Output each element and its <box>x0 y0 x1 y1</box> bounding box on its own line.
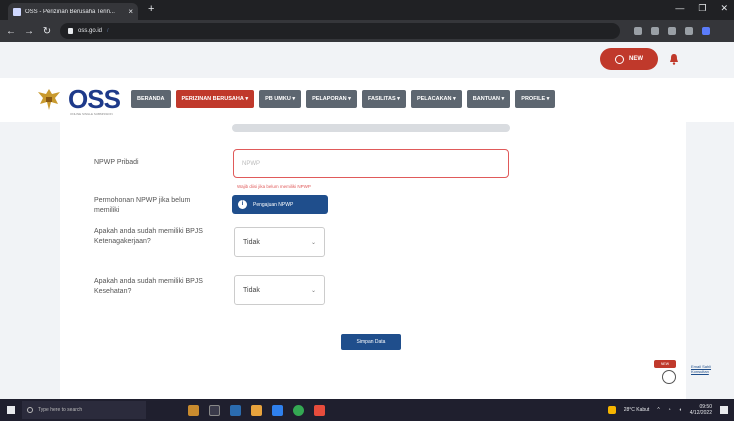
menu-item-beranda[interactable]: BERANDA <box>131 90 171 108</box>
taskbar-clock[interactable]: 09:50 4/12/2022 <box>690 404 712 416</box>
main-menu: BERANDA PERIZINAN BERUSAHA ▾ PB UMKU ▾ P… <box>131 90 556 108</box>
progress-bar <box>232 124 510 132</box>
npwp-error-text: Wajib diisi jika belum memiliki NPWP <box>237 184 311 189</box>
window-controls: — ❐ ✕ <box>675 3 728 14</box>
app-icon[interactable] <box>314 404 325 416</box>
new-feature-button[interactable]: NEW <box>600 48 658 70</box>
npwp-placeholder: NPWP <box>242 160 260 167</box>
bpjs-kes-label: Apakah anda sudah memiliki BPJS Kesehata… <box>94 278 203 295</box>
browser-tabbar: OSS - Perizinan Berusaha Terin... × + — … <box>0 0 734 20</box>
oss-logo[interactable]: OSS <box>36 84 121 114</box>
menu-item-perizinan-berusaha[interactable]: PERIZINAN BERUSAHA ▾ <box>175 90 255 108</box>
tab-title: OSS - Perizinan Berusaha Terin... <box>25 8 115 15</box>
logo-subtitle: ONLINE SINGLE SUBMISSION <box>70 112 113 116</box>
page: NEW OSS ONLINE SINGLE SUBMISSION BERANDA… <box>0 42 734 399</box>
network-icon[interactable]: ◔ <box>668 407 671 413</box>
taskbar-search[interactable]: Type here to search <box>22 401 146 419</box>
chrome-icon[interactable] <box>293 404 304 416</box>
tray-chevron-icon[interactable]: ^ <box>657 407 659 413</box>
bell-icon[interactable] <box>669 54 679 65</box>
save-data-button[interactable]: Simpan Data <box>341 334 401 350</box>
browser-toolbar: ← → ↻ oss.go.id / <box>0 20 734 42</box>
url-path-text: / <box>107 28 109 34</box>
npwp-request-button[interactable]: i Pengajuan NPWP <box>232 195 328 214</box>
menu-item-pb-umku[interactable]: PB UMKU ▾ <box>259 90 302 108</box>
extension-icons <box>634 27 710 35</box>
back-icon[interactable]: ← <box>6 26 16 37</box>
extension-icon[interactable] <box>634 27 642 35</box>
lock-icon <box>68 28 73 34</box>
notification-icon[interactable] <box>720 406 728 414</box>
taskbar-apps <box>188 404 325 416</box>
app-icon[interactable] <box>272 404 283 416</box>
npwp-request-button-label: Pengajuan NPWP <box>253 201 294 208</box>
npwp-input[interactable]: NPWP <box>233 149 509 178</box>
search-icon <box>27 407 33 413</box>
clock-date: 4/12/2022 <box>689 410 712 416</box>
file-explorer-icon[interactable] <box>251 404 262 416</box>
new-badge-label: NEW <box>629 56 643 62</box>
address-bar[interactable]: oss.go.id / <box>60 23 620 39</box>
reload-icon[interactable]: ↻ <box>42 26 52 37</box>
info-icon: i <box>238 200 247 209</box>
menu-item-profile[interactable]: PROFILE ▾ <box>515 90 556 108</box>
bpjs-kes-value: Tidak <box>243 286 260 294</box>
taskbar: Type here to search 28°C Kabut ^ ◔ ◖ 09:… <box>0 399 734 421</box>
windows-start-icon[interactable] <box>0 399 22 421</box>
info-icon <box>615 54 624 64</box>
bpjs-tk-value: Tidak <box>243 238 260 246</box>
form-card: NPWP Pribadi NPWP Wajib diisi jika belum… <box>60 122 686 399</box>
logo-text: OSS <box>68 84 121 114</box>
bpjs-kes-select[interactable]: Tidak ⌄ <box>234 275 325 305</box>
weather-text[interactable]: 28°C Kabut <box>624 407 650 413</box>
extension-icon[interactable] <box>668 27 676 35</box>
garuda-emblem-icon <box>38 89 60 110</box>
favicon-icon <box>13 7 21 16</box>
close-tab-icon[interactable]: × <box>128 7 133 16</box>
app-icon[interactable] <box>188 404 199 416</box>
extension-icon[interactable] <box>685 27 693 35</box>
main-navbar: OSS ONLINE SINGLE SUBMISSION BERANDA PER… <box>0 78 734 122</box>
menu-item-pelacakan[interactable]: PELACAKAN ▾ <box>410 90 462 108</box>
chevron-down-icon: ⌄ <box>310 239 316 246</box>
extension-icon[interactable] <box>651 27 659 35</box>
app-icon[interactable] <box>230 404 241 416</box>
minimize-icon[interactable]: — <box>675 3 684 14</box>
npwp-label: NPWP Pribadi <box>94 159 139 166</box>
volume-icon[interactable]: ◖ <box>679 407 682 413</box>
browser-tab[interactable]: OSS - Perizinan Berusaha Terin... × <box>8 3 138 20</box>
taskbar-search-placeholder: Type here to search <box>38 407 83 413</box>
task-view-icon[interactable] <box>209 404 220 416</box>
screen: OSS - Perizinan Berusaha Terin... × + — … <box>0 0 734 421</box>
help-link[interactable]: Email Sahli Konsultan <box>691 364 721 374</box>
save-data-label: Simpan Data <box>356 339 386 345</box>
menu-item-bantuan[interactable]: BANTUAN ▾ <box>466 90 511 108</box>
bpjs-tk-label: Apakah anda sudah memiliki BPJS Ketenaga… <box>94 228 203 245</box>
top-strip: NEW <box>0 42 734 78</box>
forward-icon[interactable]: → <box>24 26 34 37</box>
close-window-icon[interactable]: ✕ <box>720 3 728 14</box>
floating-new-tag: NEW <box>654 360 676 368</box>
weather-icon <box>607 406 616 414</box>
menu-item-fasilitas[interactable]: FASILITAS ▾ <box>361 90 406 108</box>
system-tray: 28°C Kabut ^ ◔ ◖ 09:50 4/12/2022 <box>607 399 728 421</box>
new-tab-icon[interactable]: + <box>148 3 154 15</box>
profile-icon[interactable] <box>702 27 710 35</box>
chevron-down-icon: ⌄ <box>310 287 316 294</box>
url-text: oss.go.id <box>78 28 103 34</box>
clock-icon <box>662 370 676 384</box>
floating-help-widget[interactable]: NEW <box>654 360 684 386</box>
maximize-icon[interactable]: ❐ <box>698 3 706 14</box>
menu-item-pelaporan[interactable]: PELAPORAN ▾ <box>306 90 357 108</box>
npwp-request-label: Permohonan NPWP jika belum memiliki <box>94 197 191 214</box>
bpjs-tk-select[interactable]: Tidak ⌄ <box>234 227 325 257</box>
